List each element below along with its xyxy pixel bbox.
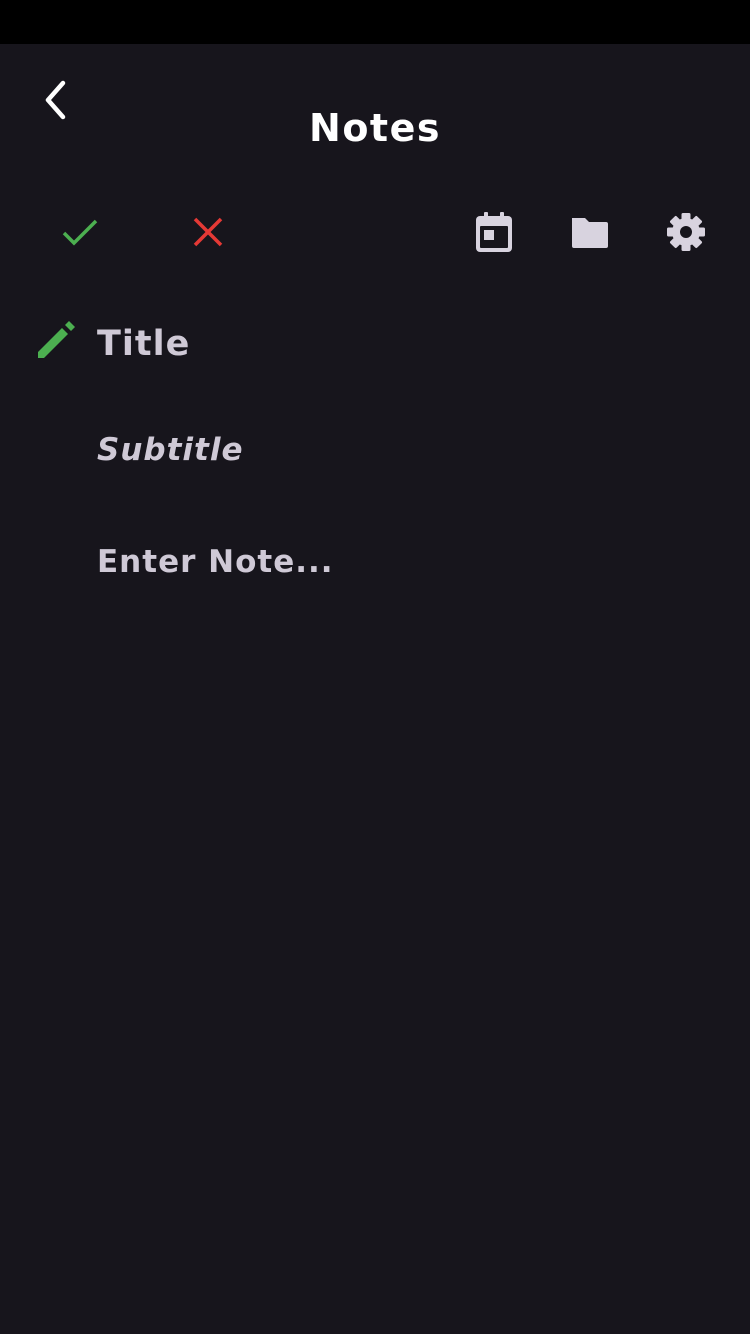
gear-icon [667, 213, 705, 251]
settings-button[interactable] [658, 204, 714, 260]
close-icon [193, 217, 223, 247]
calendar-icon [476, 212, 512, 252]
check-icon [62, 219, 98, 246]
confirm-button[interactable] [52, 204, 108, 260]
folder-icon [572, 218, 608, 248]
pencil-icon [38, 321, 75, 358]
cancel-button[interactable] [180, 204, 236, 260]
note-editor-screen: Notes Title Subtitle Enter Note... [0, 44, 750, 1334]
title-input[interactable]: Title [97, 324, 717, 364]
page-title: Notes [309, 106, 441, 150]
subtitle-input[interactable]: Subtitle [97, 432, 717, 468]
calendar-button[interactable] [466, 204, 522, 260]
status-bar [0, 0, 750, 44]
folder-button[interactable] [562, 204, 618, 260]
note-input[interactable]: Enter Note... [97, 544, 717, 580]
